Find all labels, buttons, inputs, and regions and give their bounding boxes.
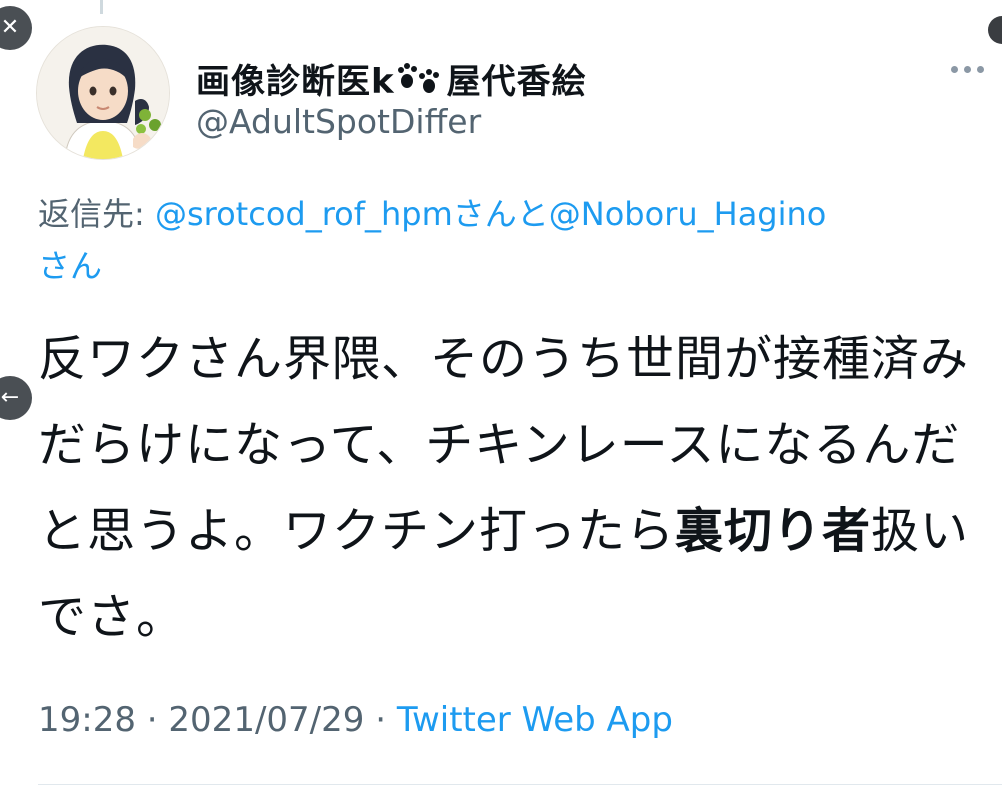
reply-mention-2[interactable]: @Noboru_Hagino: [549, 195, 827, 233]
reply-context: 返信先: @srotcod_rof_hpmさんと@Noboru_Hagino さん: [38, 188, 978, 292]
display-name[interactable]: 画像診断医k 屋代香絵: [196, 54, 587, 103]
thread-line: [100, 0, 103, 14]
divider: [38, 784, 1002, 785]
tweet-body: 反ワクさん界隈、そのうち世間が接種済みだらけになって、チキンレースになるんだと思…: [38, 316, 978, 660]
display-name-suffix: 屋代香絵: [446, 62, 587, 102]
reply-label: 返信先:: [38, 195, 145, 233]
previous-button[interactable]: ←: [0, 376, 32, 420]
tweet-source[interactable]: Twitter Web App: [397, 700, 673, 740]
reply-suffix: さん: [38, 247, 103, 285]
display-name-prefix: 画像診断医k: [196, 62, 395, 102]
close-icon: ✕: [0, 15, 20, 40]
tweet-metadata: 19:28 · 2021/07/29 · Twitter Web App: [38, 700, 673, 740]
meta-separator-1: ·: [135, 700, 169, 740]
reply-joiner: さんと: [452, 195, 549, 233]
close-button[interactable]: ✕: [0, 6, 32, 50]
avatar[interactable]: [36, 26, 170, 160]
avatar-illustration: [37, 27, 169, 159]
reply-mention-1[interactable]: @srotcod_rof_hpm: [155, 195, 453, 233]
user-handle[interactable]: @AdultSpotDiffer: [196, 102, 481, 141]
meta-separator-2: ·: [364, 700, 397, 740]
tweet-time[interactable]: 19:28: [38, 700, 136, 740]
next-button[interactable]: [988, 16, 1002, 44]
tweet-text-bold: 裏切り者: [675, 503, 872, 559]
arrow-left-icon: ←: [0, 385, 20, 410]
paw-icon: [397, 62, 439, 93]
tweet-date[interactable]: 2021/07/29: [168, 700, 364, 740]
more-icon[interactable]: [951, 66, 984, 73]
